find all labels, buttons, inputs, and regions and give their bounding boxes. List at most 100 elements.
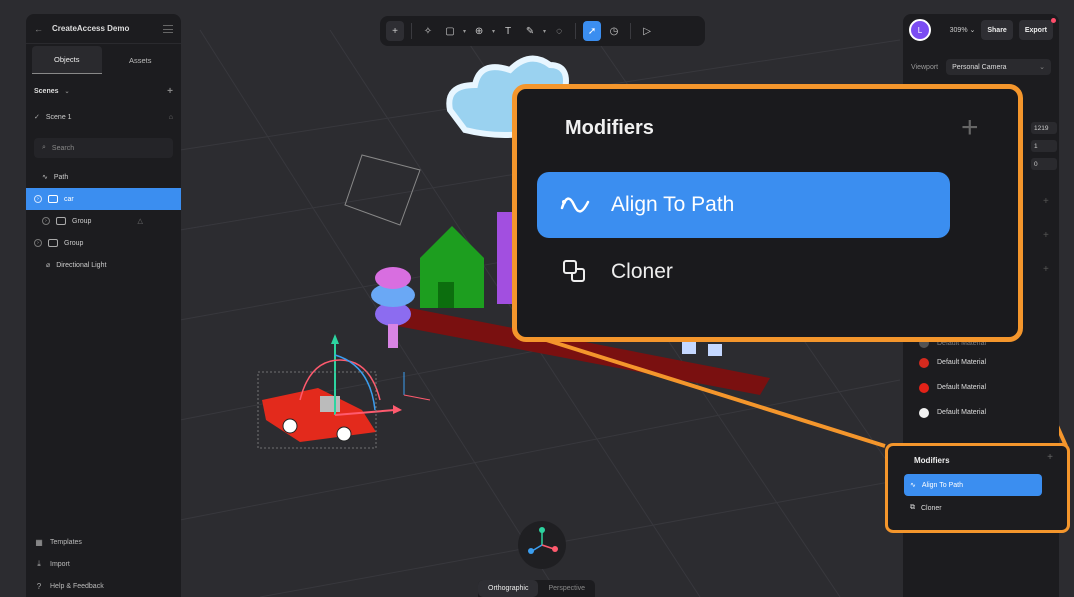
material-swatch	[919, 357, 929, 368]
back-arrow-icon[interactable]: ←	[34, 24, 44, 34]
number-field[interactable]: 1219	[1031, 122, 1057, 134]
modifier-label: Align To Path	[611, 193, 735, 216]
search-placeholder: Search	[51, 144, 75, 152]
add-modifier-icon[interactable]: +	[961, 111, 979, 145]
zoom-level[interactable]: 309% ⌄	[937, 26, 976, 34]
chevron-down-icon[interactable]: ▾	[463, 28, 466, 35]
scene-options-icon[interactable]: ⌂	[169, 114, 173, 121]
material-label: Default Material	[937, 384, 987, 391]
modifier-cloner[interactable]: ⧉ Cloner	[904, 497, 1042, 519]
modifiers-callout: Modifiers + Align To Path Cloner	[512, 84, 1023, 342]
tree-item-label: Group	[72, 217, 92, 225]
number-field[interactable]: 0	[1031, 158, 1057, 170]
magic-tool-icon[interactable]: ✧	[419, 21, 437, 41]
number-field[interactable]: 1	[1031, 140, 1057, 152]
group-icon	[56, 217, 66, 225]
search-input[interactable]: ⌕ Search	[34, 138, 173, 158]
expand-icon[interactable]: ›	[42, 217, 50, 225]
tree-item-light[interactable]: ⌀ Directional Light	[26, 254, 181, 276]
orientation-gizmo[interactable]	[518, 521, 566, 569]
material-label: Default Material	[937, 359, 987, 366]
help-icon: ?	[36, 581, 42, 591]
chevron-down-icon[interactable]: ▾	[492, 28, 495, 35]
export-button[interactable]: Export	[1018, 20, 1053, 40]
left-sidebar: ← CreateAccess Demo Objects Assets Scene…	[26, 14, 181, 597]
material-item[interactable]: Default Material	[903, 350, 1059, 375]
modifier-label: Align To Path	[921, 481, 963, 489]
modifier-align-to-path[interactable]: ∿ Align To Path	[904, 474, 1042, 496]
chevron-down-icon: ⌄	[64, 88, 70, 95]
tab-objects[interactable]: Objects	[32, 46, 102, 74]
play-icon[interactable]: ▷	[638, 21, 656, 41]
material-swatch	[919, 382, 929, 393]
chevron-down-icon[interactable]: ▾	[543, 28, 546, 35]
scene-item[interactable]: ✓ Scene 1 ⌂	[26, 106, 181, 128]
tree-item-car[interactable]: › car	[26, 188, 181, 210]
help-link[interactable]: ? Help & Feedback	[26, 575, 181, 597]
modifier-align-to-path[interactable]: Align To Path	[537, 172, 950, 238]
expand-icon[interactable]: ›	[34, 239, 42, 247]
select-tool-icon[interactable]: ➚	[583, 21, 602, 41]
rectangle-tool-icon[interactable]: ▢	[441, 21, 459, 41]
group-icon	[48, 239, 58, 247]
add-scene-icon[interactable]: +	[167, 86, 173, 97]
sidebar-toggle-icon[interactable]	[163, 24, 173, 33]
modifiers-title: Modifiers	[565, 117, 654, 139]
tree-item-label: Path	[53, 173, 69, 181]
check-icon: ✓	[34, 114, 40, 121]
expand-icon[interactable]: ›	[34, 195, 42, 203]
top-toolbar: + ✧ ▢ ▾ ⊕ ▾ T ✎ ▾ ◌ ➚ ◷ ▷	[380, 16, 705, 46]
align-path-icon	[559, 189, 591, 221]
materials-list: Default Material Default Material Defaul…	[903, 336, 1059, 425]
tree-item-label: Group	[64, 239, 84, 247]
scenes-label: Scenes	[34, 87, 59, 95]
add-modifier-icon[interactable]: +	[1047, 452, 1053, 463]
viewport-select[interactable]: Personal Camera ⌄	[946, 59, 1051, 75]
share-button[interactable]: Share	[981, 20, 1013, 40]
add-button[interactable]: +	[386, 21, 404, 41]
modifiers-title: Modifiers	[914, 456, 950, 465]
modifier-cloner[interactable]: Cloner	[537, 239, 950, 305]
avatar[interactable]: L	[909, 19, 931, 41]
perspective-button[interactable]: Perspective	[538, 580, 595, 597]
timer-tool-icon[interactable]: ◷	[605, 21, 623, 41]
modifier-label: Cloner	[921, 504, 942, 512]
orthographic-button[interactable]: Orthographic	[478, 580, 539, 597]
pen-tool-icon[interactable]: ✎	[521, 21, 539, 41]
light-icon: ⌀	[46, 262, 51, 269]
add-icon[interactable]: +	[1043, 196, 1049, 207]
view-mode-toggle: Orthographic Perspective	[478, 580, 596, 597]
sidebar-footer: ▦ Templates ⤓ Import ? Help & Feedback	[26, 531, 181, 597]
tab-assets[interactable]: Assets	[106, 46, 176, 74]
scene-item-label: Scene 1	[45, 113, 72, 121]
material-item[interactable]: Default Material	[903, 375, 1059, 400]
tree-item-path[interactable]: ∿ Path	[26, 166, 181, 188]
import-icon: ⤓	[37, 559, 41, 568]
search-icon: ⌕	[42, 144, 46, 151]
tree-item-label: car	[64, 195, 74, 203]
material-item[interactable]: Default Material	[903, 400, 1059, 425]
help-label: Help & Feedback	[50, 582, 104, 590]
material-swatch	[919, 407, 929, 418]
modifiers-panel-small: Modifiers + ∿ Align To Path ⧉ Cloner	[885, 443, 1070, 533]
cloner-icon: ⧉	[910, 504, 915, 511]
lock-icon[interactable]: △	[137, 217, 142, 225]
scenes-header[interactable]: Scenes ⌄ +	[26, 80, 181, 102]
path-icon: ∿	[42, 174, 48, 181]
comment-tool-icon[interactable]: ◌	[550, 21, 568, 41]
chevron-down-icon: ⌄	[1039, 64, 1045, 71]
tree-item-group[interactable]: › Group △	[26, 210, 181, 232]
shape-tool-icon[interactable]: ⊕	[470, 21, 488, 41]
add-icon[interactable]: +	[1043, 230, 1049, 241]
templates-label: Templates	[50, 538, 82, 546]
car-object	[262, 388, 376, 442]
tree-item-group[interactable]: › Group	[26, 232, 181, 254]
notification-badge	[1051, 18, 1056, 23]
cloner-icon	[559, 256, 591, 288]
viewport-row: Viewport Personal Camera ⌄	[903, 56, 1059, 78]
text-tool-icon[interactable]: T	[499, 21, 517, 41]
import-link[interactable]: ⤓ Import	[26, 553, 181, 575]
tree-item-label: Directional Light	[56, 261, 107, 269]
add-icon[interactable]: +	[1043, 264, 1049, 275]
templates-link[interactable]: ▦ Templates	[26, 531, 181, 553]
